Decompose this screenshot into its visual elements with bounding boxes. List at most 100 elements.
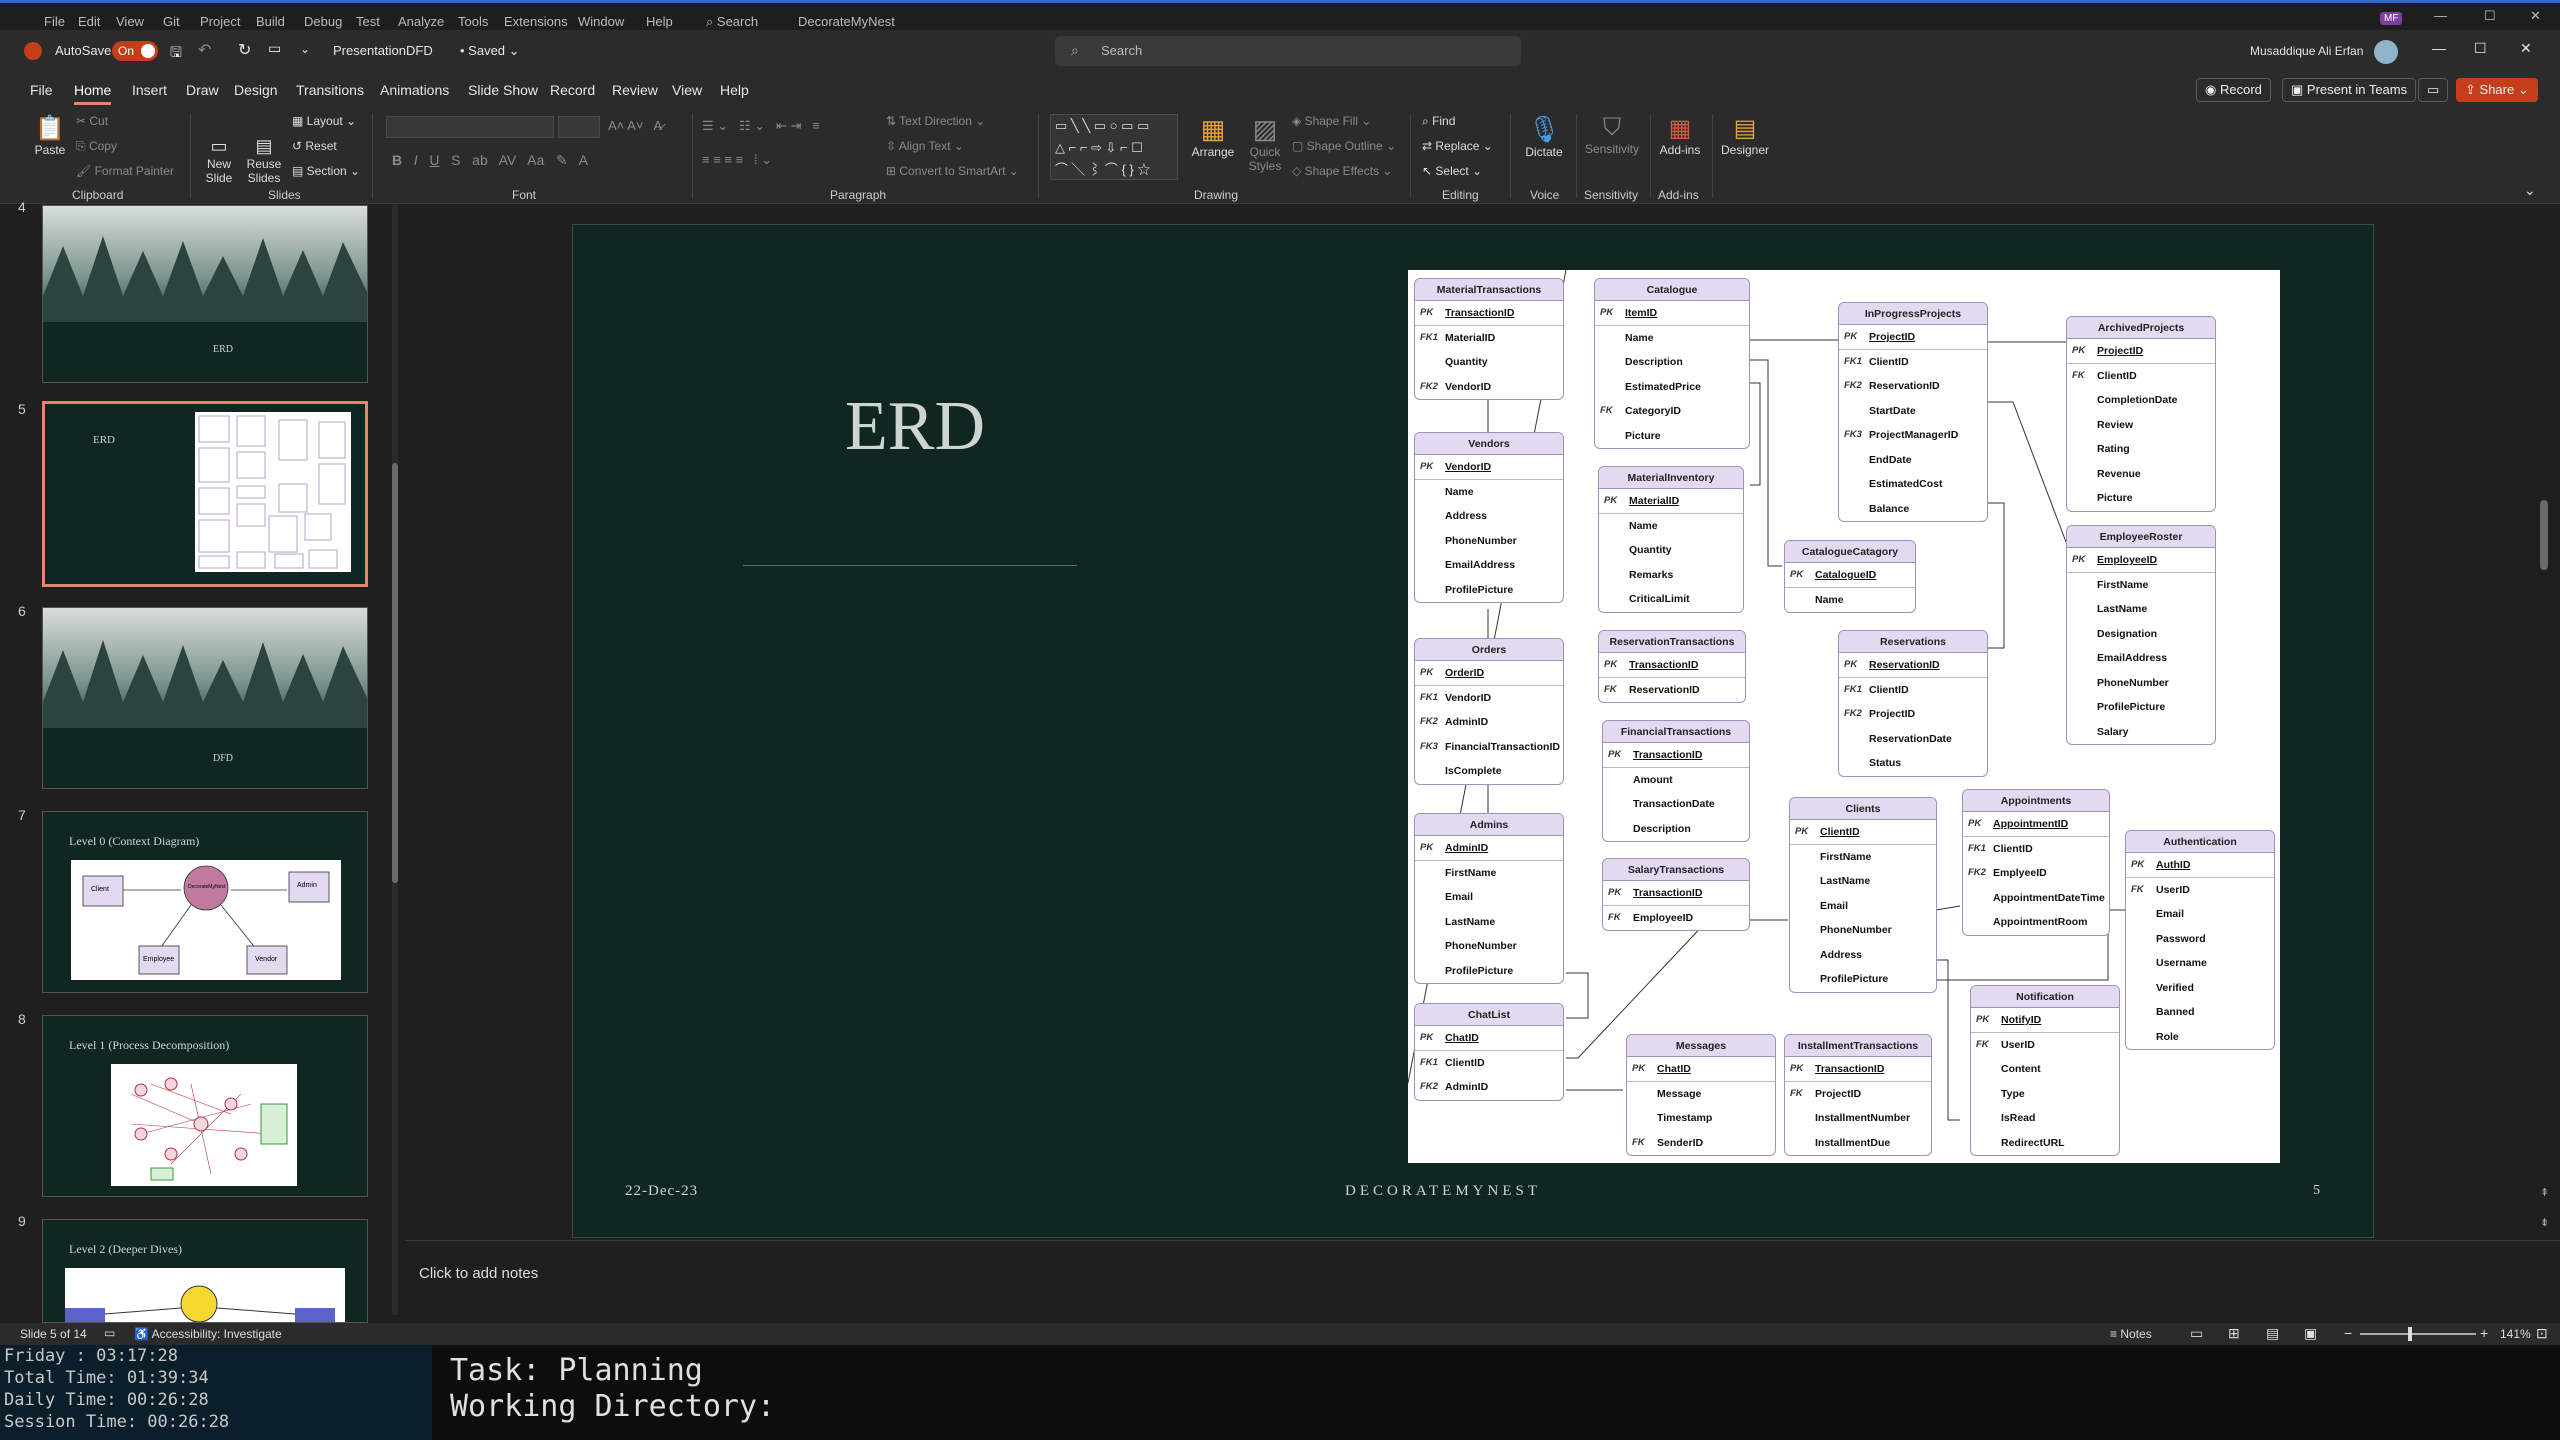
record-button[interactable]: ◉ Record xyxy=(2196,78,2271,102)
host-menu-item[interactable]: Debug xyxy=(304,14,342,29)
tab-draw[interactable]: Draw xyxy=(186,82,219,98)
close-icon[interactable]: ✕ xyxy=(2530,8,2541,24)
minimize-icon[interactable]: — xyxy=(2434,8,2447,23)
font-format-buttons[interactable]: B I U S ab AV Aa ✎ A xyxy=(392,152,588,169)
section-button[interactable]: ▤ Section ⌄ xyxy=(292,164,360,178)
convert-smartart-button[interactable]: ⊞ Convert to SmartArt ⌄ xyxy=(886,164,1019,178)
slide-thumbnail-7[interactable]: Level 0 (Context Diagram) Client Decorat… xyxy=(42,811,368,993)
list-buttons[interactable]: ☰ ⌄ ☷ ⌄ ⇤ ⇥ ≡ xyxy=(702,118,820,134)
maximize-icon[interactable]: ☐ xyxy=(2474,40,2487,57)
present-in-teams-button[interactable]: ▣ Present in Teams xyxy=(2282,78,2417,102)
arrange-button[interactable]: ▦ Arrange xyxy=(1190,114,1236,159)
tab-view[interactable]: View xyxy=(672,82,702,98)
zoom-in-icon[interactable]: + xyxy=(2480,1325,2488,1341)
host-menu-item[interactable]: View xyxy=(116,14,144,29)
zoom-slider-thumb[interactable] xyxy=(2408,1327,2412,1341)
shape-outline-button[interactable]: ▢ Shape Outline ⌄ xyxy=(1292,139,1396,153)
shape-effects-button[interactable]: ◇ Shape Effects ⌄ xyxy=(1292,164,1392,178)
host-menu-item[interactable]: Build xyxy=(256,14,285,29)
tab-transitions[interactable]: Transitions xyxy=(296,82,364,98)
tab-file[interactable]: File xyxy=(30,82,53,98)
avatar[interactable] xyxy=(2374,40,2398,64)
undo-icon[interactable]: ↶ xyxy=(198,40,211,60)
fit-to-window-icon[interactable]: ⊡ xyxy=(2536,1325,2548,1342)
slideshow-icon[interactable]: ▣ xyxy=(2304,1325,2317,1342)
zoom-slider[interactable] xyxy=(2360,1327,2476,1341)
thumbnail-scrollbar[interactable] xyxy=(392,205,398,1315)
replace-button[interactable]: ⇄ Replace ⌄ xyxy=(1422,139,1493,153)
reset-button[interactable]: ↺ Reset xyxy=(292,139,337,153)
font-size-select[interactable] xyxy=(558,116,600,138)
quick-styles-button[interactable]: ▨ Quick Styles xyxy=(1244,114,1286,173)
host-menu-item[interactable]: Project xyxy=(200,14,240,29)
designer-button[interactable]: ▤ Designer xyxy=(1718,114,1772,157)
tab-animations[interactable]: Animations xyxy=(380,82,449,98)
reuse-slides-button[interactable]: ▤ Reuse Slides xyxy=(245,136,283,185)
canvas-scrollbar-thumb[interactable] xyxy=(2540,500,2548,570)
find-button[interactable]: ⌕ Find xyxy=(1422,114,1455,129)
tab-help[interactable]: Help xyxy=(720,82,749,98)
zoom-out-icon[interactable]: − xyxy=(2344,1325,2352,1341)
prev-slide-icon[interactable]: ⇞ xyxy=(2540,1186,2549,1199)
save-icon[interactable]: 🖫 xyxy=(170,42,182,66)
normal-view-icon[interactable]: ▭ xyxy=(2190,1325,2203,1342)
present-icon[interactable]: ▭ xyxy=(268,40,281,57)
select-button[interactable]: ↖ Select ⌄ xyxy=(1422,164,1482,178)
host-menu-item[interactable]: Edit xyxy=(78,14,100,29)
slide-thumbnail-9[interactable]: Level 2 (Deeper Dives) xyxy=(42,1219,368,1323)
font-family-select[interactable] xyxy=(386,116,554,138)
sensitivity-button[interactable]: ⛉ Sensitivity xyxy=(1582,114,1642,156)
host-menu-item[interactable]: Analyze xyxy=(398,14,444,29)
notes-pane[interactable]: Click to add notes xyxy=(405,1240,2560,1323)
notes-toggle[interactable]: ≡ Notes xyxy=(2110,1327,2152,1341)
layout-button[interactable]: ▦ Layout ⌄ xyxy=(292,114,356,128)
user-name[interactable]: Musaddique Ali Erfan xyxy=(2250,44,2363,58)
avatar[interactable]: MF xyxy=(2380,12,2403,25)
share-button[interactable]: ⇪ Share ⌄ xyxy=(2456,78,2538,102)
host-search[interactable]: ⌕ Search xyxy=(706,14,758,30)
autosave-toggle[interactable]: On xyxy=(112,41,158,61)
slide-thumbnail-4[interactable]: ERD xyxy=(42,205,368,383)
host-menu-item[interactable]: Test xyxy=(356,14,380,29)
new-slide-button[interactable]: ▭ New Slide xyxy=(200,136,238,185)
collapse-ribbon-icon[interactable]: ⌄ xyxy=(2524,182,2536,199)
next-slide-icon[interactable]: ⇟ xyxy=(2540,1216,2549,1229)
notes-placeholder[interactable]: Click to add notes xyxy=(419,1265,538,1282)
slide-sorter-icon[interactable]: ⊞ xyxy=(2228,1325,2240,1342)
slide-title[interactable]: ERD xyxy=(845,387,985,467)
tab-review[interactable]: Review xyxy=(612,82,658,98)
erd-diagram[interactable]: MaterialTransactions PK TransactionID FK1 Ma… xyxy=(1408,270,2280,1163)
minimize-icon[interactable]: — xyxy=(2432,40,2446,56)
slide-thumbnail-6[interactable]: DFD xyxy=(42,607,368,789)
comments-button[interactable]: ▭ xyxy=(2418,78,2449,102)
host-menu-item[interactable]: Window xyxy=(578,14,624,29)
accessibility-status[interactable]: ♿ Accessibility: Investigate xyxy=(134,1327,282,1341)
maximize-icon[interactable]: ☐ xyxy=(2484,8,2496,24)
paste-button[interactable]: 📋 Paste xyxy=(30,114,70,157)
redo-icon[interactable]: ↻ xyxy=(238,40,251,60)
scrollbar-thumb[interactable] xyxy=(392,463,398,883)
tab-slide-show[interactable]: Slide Show xyxy=(468,82,538,98)
copy-button[interactable]: ⎘ Copy xyxy=(76,139,117,154)
zoom-level[interactable]: 141% xyxy=(2500,1327,2531,1341)
search-box[interactable]: ⌕ Search xyxy=(1055,36,1521,66)
shape-fill-button[interactable]: ◈ Shape Fill ⌄ xyxy=(1292,114,1371,128)
tab-insert[interactable]: Insert xyxy=(132,82,167,98)
shapes-gallery[interactable]: ▭ ╲ ╲ ▭ ○ ▭ ▭ △ ⌐ ⌐ ⇨ ⇩ ⌐ ☐ ⌒ ╲ ⌇ ⌒ { } ☆ xyxy=(1050,114,1178,180)
close-icon[interactable]: ✕ xyxy=(2520,40,2532,57)
format-painter-button[interactable]: 🖌 Format Painter xyxy=(76,164,174,178)
tab-record[interactable]: Record xyxy=(550,82,595,98)
reading-view-icon[interactable]: ▤ xyxy=(2266,1325,2279,1342)
document-title[interactable]: PresentationDFD xyxy=(333,43,433,58)
host-menu-item[interactable]: File xyxy=(44,14,65,29)
host-menu-item[interactable]: Tools xyxy=(458,14,488,29)
host-menu-item[interactable]: Help xyxy=(646,14,673,29)
addins-button[interactable]: ▦ Add-ins xyxy=(1656,114,1704,157)
align-text-button[interactable]: ⇳ Align Text ⌄ xyxy=(886,139,964,153)
customize-qat-icon[interactable]: ⌄ xyxy=(300,42,310,56)
cut-button[interactable]: ✂ Cut xyxy=(76,114,108,128)
host-menu-item[interactable]: Git xyxy=(163,14,180,29)
host-menu-item[interactable]: Extensions xyxy=(504,14,568,29)
tab-home[interactable]: Home xyxy=(74,82,112,105)
tab-design[interactable]: Design xyxy=(234,82,278,98)
